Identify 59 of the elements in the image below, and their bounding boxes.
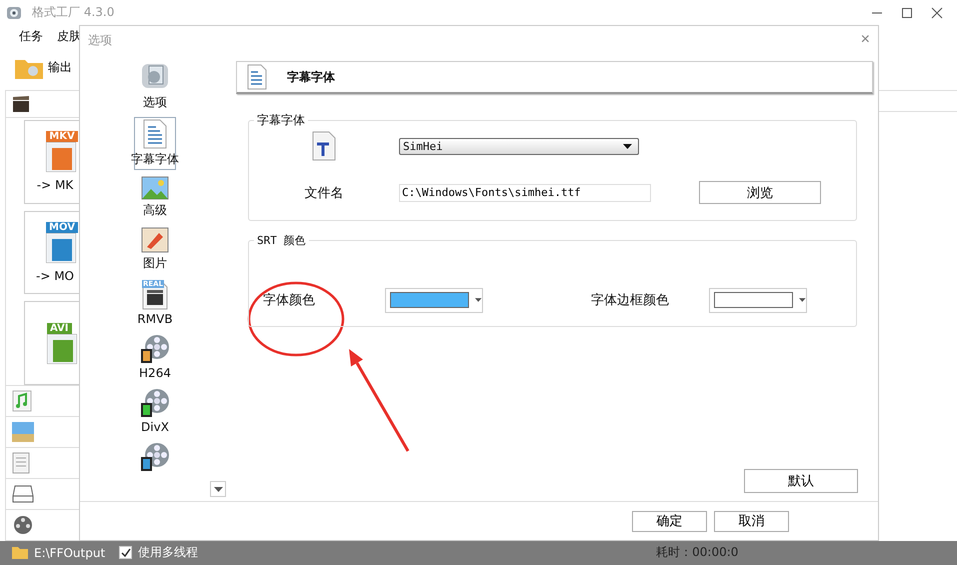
landscape-icon xyxy=(141,176,169,200)
color-dropdown[interactable] xyxy=(709,288,807,312)
format-tile[interactable]: MKV -> MK xyxy=(24,120,79,204)
browse-button[interactable]: 浏览 xyxy=(699,181,821,204)
film-icon xyxy=(47,334,77,364)
folder-icon xyxy=(12,546,28,560)
field-label: 字体颜色 xyxy=(263,292,315,309)
field-label: 字体边框颜色 xyxy=(591,292,669,309)
dialog-title: 选项 xyxy=(88,32,112,48)
paint-picture-icon xyxy=(141,227,169,253)
section-title: 字幕字体 xyxy=(287,68,335,86)
checkbox-label: 使用多线程 xyxy=(138,544,198,562)
film-reel-icon xyxy=(140,442,170,472)
nav-item[interactable]: DivX xyxy=(134,386,176,436)
font-file-icon xyxy=(312,131,336,161)
caret-icon xyxy=(799,298,806,302)
group-title: 字幕字体 xyxy=(256,112,306,129)
group-title: SRT 颜色 xyxy=(256,233,306,248)
window-title: 格式工厂 4.3.0 xyxy=(32,4,114,22)
film-reel-icon[interactable] xyxy=(12,514,34,536)
multithread-checkbox[interactable] xyxy=(119,546,132,560)
film-reel-icon xyxy=(140,334,170,364)
nav-item[interactable]: H264 xyxy=(134,332,176,382)
output-path: E:\FFOutput xyxy=(34,546,106,560)
nav-item[interactable]: 高级 xyxy=(134,174,176,221)
maximize-icon[interactable] xyxy=(901,6,913,19)
film-reel-icon xyxy=(140,388,170,418)
format-badge: MOV xyxy=(46,222,78,233)
close-button[interactable]: × xyxy=(860,31,870,49)
cancel-button[interactable]: 取消 xyxy=(714,510,789,532)
clapperboard-icon[interactable] xyxy=(11,94,31,114)
caret-icon xyxy=(475,298,482,302)
menu-item[interactable]: 任务 xyxy=(19,28,43,46)
film-icon xyxy=(46,142,76,172)
caret-icon xyxy=(623,144,632,148)
font-select[interactable]: SimHei xyxy=(399,138,639,154)
nav-item[interactable]: 图片 xyxy=(134,225,176,274)
ok-button[interactable]: 确定 xyxy=(632,510,707,532)
color-dropdown[interactable] xyxy=(385,288,483,312)
app-logo-icon xyxy=(6,4,22,21)
elapsed-time: 耗时：00:00:0 xyxy=(656,544,738,562)
nav-item[interactable]: 选项 xyxy=(134,58,176,113)
tile-label: -> MO xyxy=(36,268,74,283)
scroll-down-button[interactable] xyxy=(210,481,226,497)
drive-icon[interactable] xyxy=(12,484,34,503)
field-label: 文件名 xyxy=(304,184,344,202)
tile-label: -> MK xyxy=(36,178,74,192)
document-icon xyxy=(247,64,267,90)
default-button[interactable]: 默认 xyxy=(744,469,858,493)
format-tile[interactable]: MOV -> MO xyxy=(24,210,79,294)
caret-icon xyxy=(214,486,222,492)
output-folder-button[interactable]: 输出 xyxy=(14,56,72,80)
document-icon xyxy=(143,119,167,149)
music-icon[interactable] xyxy=(12,390,32,412)
format-badge: MKV xyxy=(46,131,78,142)
close-icon[interactable] xyxy=(931,6,943,19)
file-path-field[interactable]: C:\Windows\Fonts\simhei.ttf xyxy=(399,184,651,202)
format-badge: AVI xyxy=(47,322,72,334)
film-icon xyxy=(46,232,76,263)
